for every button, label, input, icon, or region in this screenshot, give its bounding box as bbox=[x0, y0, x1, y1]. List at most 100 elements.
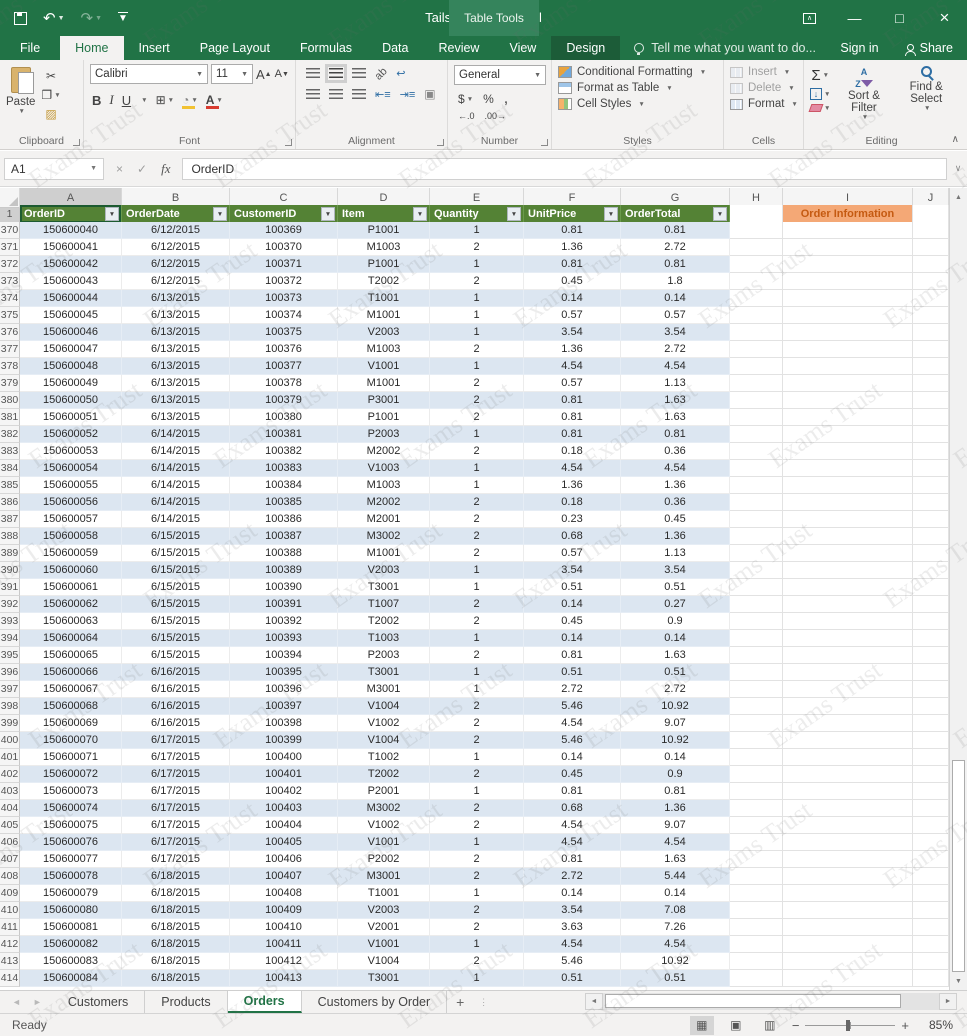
order-information-header[interactable]: Order Information bbox=[783, 205, 913, 223]
align-left-button[interactable] bbox=[306, 89, 320, 100]
horizontal-scrollbar-track[interactable] bbox=[603, 993, 939, 1010]
cell-G387[interactable]: 0.45 bbox=[621, 511, 730, 528]
cell-D384[interactable]: V1003 bbox=[338, 460, 430, 477]
cell-G407[interactable]: 1.63 bbox=[621, 851, 730, 868]
wrap-text-button[interactable]: ↩ bbox=[396, 67, 405, 80]
decrease-font-size-button[interactable]: A▼ bbox=[275, 68, 289, 80]
cell-A392[interactable]: 150600062 bbox=[20, 596, 122, 613]
cell-H389[interactable] bbox=[730, 545, 783, 562]
cell-E377[interactable]: 2 bbox=[430, 341, 524, 358]
cell-I404[interactable] bbox=[783, 800, 913, 817]
cell-A401[interactable]: 150600071 bbox=[20, 749, 122, 766]
cell-D396[interactable]: T3001 bbox=[338, 664, 430, 681]
cell-C404[interactable]: 100403 bbox=[230, 800, 338, 817]
cell-A374[interactable]: 150600044 bbox=[20, 290, 122, 307]
cell-E391[interactable]: 1 bbox=[430, 579, 524, 596]
cell-J381[interactable] bbox=[913, 409, 949, 426]
cell-B377[interactable]: 6/13/2015 bbox=[122, 341, 230, 358]
cell-D411[interactable]: V2001 bbox=[338, 919, 430, 936]
cell-A396[interactable]: 150600066 bbox=[20, 664, 122, 681]
cell-I392[interactable] bbox=[783, 596, 913, 613]
cell-I403[interactable] bbox=[783, 783, 913, 800]
cell-I382[interactable] bbox=[783, 426, 913, 443]
cell-J406[interactable] bbox=[913, 834, 949, 851]
cell-C383[interactable]: 100382 bbox=[230, 443, 338, 460]
cell-C412[interactable]: 100411 bbox=[230, 936, 338, 953]
cell-A370[interactable]: 150600040 bbox=[20, 222, 122, 239]
insert-cells-button[interactable]: Insert▼ bbox=[730, 66, 799, 78]
row-header-374[interactable]: 374 bbox=[0, 290, 20, 307]
cell-C389[interactable]: 100388 bbox=[230, 545, 338, 562]
cell-J372[interactable] bbox=[913, 256, 949, 273]
cell-A375[interactable]: 150600045 bbox=[20, 307, 122, 324]
cell-F389[interactable]: 0.57 bbox=[524, 545, 621, 562]
cell-I414[interactable] bbox=[783, 970, 913, 987]
cell-F390[interactable]: 3.54 bbox=[524, 562, 621, 579]
cell-I411[interactable] bbox=[783, 919, 913, 936]
cell-A388[interactable]: 150600058 bbox=[20, 528, 122, 545]
cell-I385[interactable] bbox=[783, 477, 913, 494]
cell-H388[interactable] bbox=[730, 528, 783, 545]
cell-B399[interactable]: 6/16/2015 bbox=[122, 715, 230, 732]
paste-button[interactable]: Paste ▼ bbox=[6, 64, 35, 133]
cell-E389[interactable]: 2 bbox=[430, 545, 524, 562]
row-header-402[interactable]: 402 bbox=[0, 766, 20, 783]
cell-F413[interactable]: 5.46 bbox=[524, 953, 621, 970]
row-header-411[interactable]: 411 bbox=[0, 919, 20, 936]
cell-F374[interactable]: 0.14 bbox=[524, 290, 621, 307]
share-button[interactable]: Share bbox=[905, 41, 953, 55]
cell-I398[interactable] bbox=[783, 698, 913, 715]
cell-D414[interactable]: T3001 bbox=[338, 970, 430, 987]
cell-H377[interactable] bbox=[730, 341, 783, 358]
cell-D387[interactable]: M2001 bbox=[338, 511, 430, 528]
cell-J395[interactable] bbox=[913, 647, 949, 664]
cell-J401[interactable] bbox=[913, 749, 949, 766]
cell-J378[interactable] bbox=[913, 358, 949, 375]
cell-styles-button[interactable]: Cell Styles▼ bbox=[558, 98, 719, 110]
cell-C399[interactable]: 100398 bbox=[230, 715, 338, 732]
cell-J398[interactable] bbox=[913, 698, 949, 715]
accounting-format-button[interactable]: $▼ bbox=[458, 92, 473, 106]
cell-A379[interactable]: 150600049 bbox=[20, 375, 122, 392]
cell-A378[interactable]: 150600048 bbox=[20, 358, 122, 375]
cell-J375[interactable] bbox=[913, 307, 949, 324]
ribbon-tab-design[interactable]: Design bbox=[551, 36, 620, 60]
cell-B401[interactable]: 6/17/2015 bbox=[122, 749, 230, 766]
ribbon-tab-formulas[interactable]: Formulas bbox=[285, 36, 367, 60]
cell-E406[interactable]: 1 bbox=[430, 834, 524, 851]
cell-D398[interactable]: V1004 bbox=[338, 698, 430, 715]
cell-J385[interactable] bbox=[913, 477, 949, 494]
cell-C410[interactable]: 100409 bbox=[230, 902, 338, 919]
row-header-403[interactable]: 403 bbox=[0, 783, 20, 800]
cell-H413[interactable] bbox=[730, 953, 783, 970]
cell-G403[interactable]: 0.81 bbox=[621, 783, 730, 800]
cell-H409[interactable] bbox=[730, 885, 783, 902]
zoom-slider-thumb[interactable] bbox=[846, 1020, 850, 1031]
cell-I390[interactable] bbox=[783, 562, 913, 579]
cell-B391[interactable]: 6/15/2015 bbox=[122, 579, 230, 596]
new-sheet-button[interactable]: + bbox=[447, 991, 473, 1013]
cell-C393[interactable]: 100392 bbox=[230, 613, 338, 630]
cell-H1[interactable] bbox=[730, 205, 783, 223]
cell-G393[interactable]: 0.9 bbox=[621, 613, 730, 630]
cell-H399[interactable] bbox=[730, 715, 783, 732]
cell-E398[interactable]: 2 bbox=[430, 698, 524, 715]
decrease-decimal-button[interactable]: .00→ bbox=[485, 111, 507, 121]
cell-D409[interactable]: T1001 bbox=[338, 885, 430, 902]
cell-J408[interactable] bbox=[913, 868, 949, 885]
cell-H380[interactable] bbox=[730, 392, 783, 409]
cell-G409[interactable]: 0.14 bbox=[621, 885, 730, 902]
cell-G395[interactable]: 1.63 bbox=[621, 647, 730, 664]
ribbon-tab-insert[interactable]: Insert bbox=[124, 36, 185, 60]
filter-button-orderdate[interactable]: ▼ bbox=[213, 207, 227, 221]
cell-G400[interactable]: 10.92 bbox=[621, 732, 730, 749]
cell-D390[interactable]: V2003 bbox=[338, 562, 430, 579]
cell-B371[interactable]: 6/12/2015 bbox=[122, 239, 230, 256]
cell-D388[interactable]: M3002 bbox=[338, 528, 430, 545]
cell-F385[interactable]: 1.36 bbox=[524, 477, 621, 494]
cell-H371[interactable] bbox=[730, 239, 783, 256]
font-family-select[interactable]: Calibri▼ bbox=[90, 64, 208, 84]
cell-H385[interactable] bbox=[730, 477, 783, 494]
cell-E380[interactable]: 2 bbox=[430, 392, 524, 409]
conditional-formatting-button[interactable]: Conditional Formatting▼ bbox=[558, 66, 719, 78]
